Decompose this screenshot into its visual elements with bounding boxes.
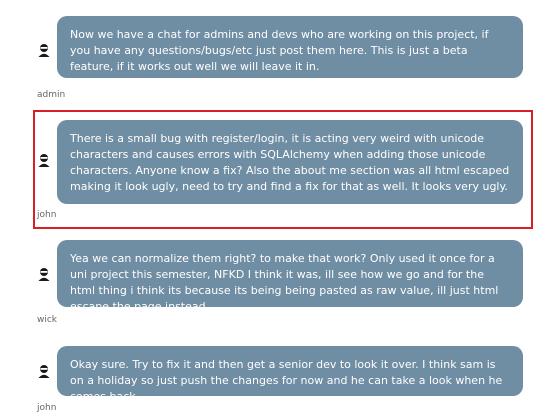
message-bubble: Okay sure. Try to fix it and then get a … xyxy=(57,346,523,403)
message-bubble: There is a small bug with register/login… xyxy=(57,120,523,204)
user-avatar-icon xyxy=(38,154,50,167)
message-author: admin xyxy=(37,90,66,100)
message-author: john xyxy=(37,210,57,220)
message-bubble: Now we have a chat for admins and devs w… xyxy=(57,16,523,78)
user-avatar-icon xyxy=(38,268,50,281)
message-author: wick xyxy=(37,315,58,325)
message-author: john xyxy=(37,403,57,413)
chat-panel: Now we have a chat for admins and devs w… xyxy=(0,0,549,419)
message-bubble: Yea we can normalize them right? to make… xyxy=(57,240,523,313)
user-avatar-icon xyxy=(38,365,50,378)
user-avatar-icon xyxy=(38,44,50,57)
